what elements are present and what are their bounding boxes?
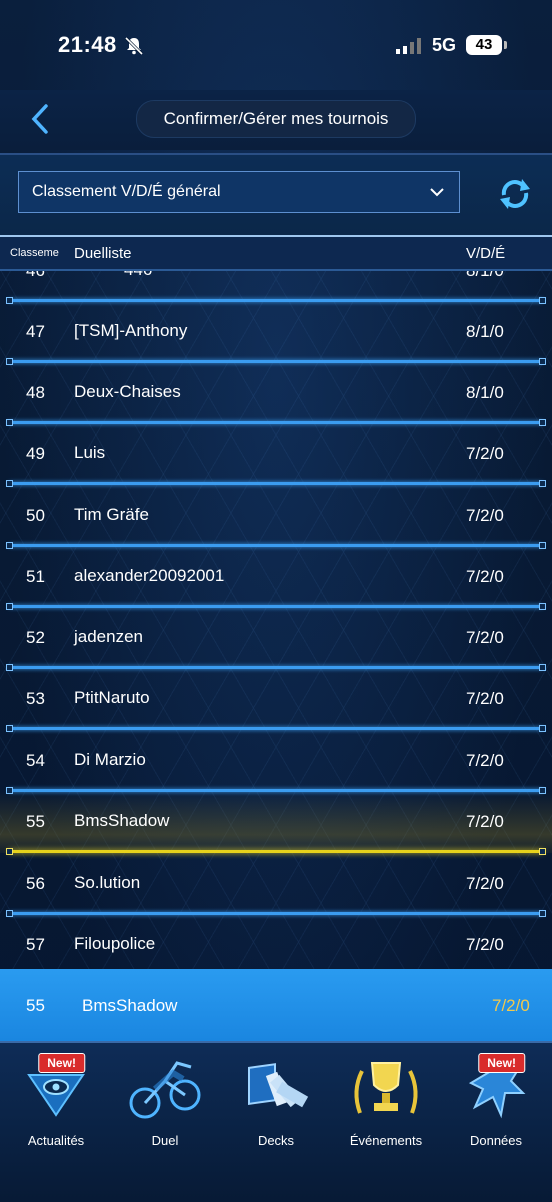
row-duelist: Tim Gräfe xyxy=(74,505,149,524)
row-duelist: alexander20092001 xyxy=(74,566,225,585)
table-row[interactable]: 51 alexander20092001 7/2/0 xyxy=(0,547,552,610)
nav-tab-data[interactable]: New! Données xyxy=(446,1053,546,1153)
row-record: 8/1/0 xyxy=(466,322,504,341)
back-chevron-icon[interactable] xyxy=(24,102,58,136)
table-row[interactable]: 53 PtitNaruto 7/2/0 xyxy=(0,669,552,732)
status-time: 21:48 xyxy=(58,32,117,57)
table-row-highlighted-self[interactable]: 55 BmsShadow 7/2/0 xyxy=(0,792,552,855)
table-row[interactable]: 52 jadenzen 7/2/0 xyxy=(0,608,552,671)
row-record: 7/2/0 xyxy=(466,874,504,893)
silent-bell-icon xyxy=(124,36,144,56)
table-row[interactable]: 50 Tim Gräfe 7/2/0 xyxy=(0,486,552,549)
table-row[interactable]: 56 So.lution 7/2/0 xyxy=(0,854,552,917)
row-rank: 49 xyxy=(26,444,45,463)
row-duelist: PtitNaruto xyxy=(74,688,150,707)
my-duelist-name: BmsShadow xyxy=(82,996,178,1015)
row-duelist: Di Marzio xyxy=(74,750,146,769)
column-header-duelist: Duelliste xyxy=(74,245,132,262)
chevron-down-icon xyxy=(430,188,444,197)
refresh-icon[interactable] xyxy=(494,175,536,213)
ranking-list[interactable]: 46 446 8/1/0 47 [TSM]-Anthony 8/1/0 48 D… xyxy=(0,271,552,969)
network-type: 5G xyxy=(432,35,457,55)
row-record: 7/2/0 xyxy=(466,689,504,708)
nav-tab-duel[interactable]: Duel xyxy=(115,1053,215,1153)
row-record: 7/2/0 xyxy=(466,567,504,586)
row-record: 7/2/0 xyxy=(466,935,504,954)
table-row[interactable]: 48 Deux-Chaises 8/1/0 xyxy=(0,363,552,426)
table-row[interactable]: 49 Luis 7/2/0 xyxy=(0,424,552,487)
nav-tab-decks[interactable]: Decks xyxy=(226,1053,326,1153)
row-rank: 48 xyxy=(26,383,45,402)
row-rank: 57 xyxy=(26,935,45,954)
row-duelist: Filoupolice xyxy=(74,934,156,953)
nav-tab-news[interactable]: New! Actualités xyxy=(6,1053,106,1153)
row-duelist: Luis xyxy=(74,443,106,462)
row-rank: 56 xyxy=(26,874,45,893)
column-header-rank: Classeme xyxy=(10,247,59,259)
nav-label-decks: Decks xyxy=(257,1133,295,1148)
ranking-type-dropdown[interactable]: Classement V/D/É général xyxy=(18,171,460,213)
filter-bar: Classement V/D/É général xyxy=(0,155,552,235)
row-rank: 50 xyxy=(26,506,45,525)
page-title: Confirmer/Gérer mes tournois xyxy=(136,100,416,138)
row-rank: 46 xyxy=(26,271,45,281)
row-rank: 54 xyxy=(26,751,45,770)
new-badge: New! xyxy=(478,1053,525,1073)
row-record: 7/2/0 xyxy=(466,812,504,831)
row-divider xyxy=(6,480,546,487)
row-rank: 52 xyxy=(26,628,45,647)
deck-cards-icon xyxy=(248,1063,309,1108)
duel-bike-icon xyxy=(129,1061,201,1119)
row-rank: 47 xyxy=(26,322,45,341)
page-title-text: Confirmer/Gérer mes tournois xyxy=(163,109,389,128)
my-record: 7/2/0 xyxy=(492,996,530,1015)
dropdown-selected-value: Classement V/D/É général xyxy=(32,183,221,200)
trophy-icon xyxy=(354,1062,418,1114)
nav-tab-events[interactable]: Événements xyxy=(336,1053,436,1153)
nav-label-events: Événements xyxy=(349,1133,423,1148)
row-duelist: 446 xyxy=(124,271,152,280)
my-rank-bar[interactable]: 55 BmsShadow 7/2/0 xyxy=(0,969,552,1041)
row-rank: 51 xyxy=(26,567,45,586)
row-duelist: So.lution xyxy=(74,873,141,892)
row-record: 7/2/0 xyxy=(466,506,504,525)
my-rank: 55 xyxy=(26,996,45,1015)
header: Confirmer/Gérer mes tournois xyxy=(0,90,552,150)
row-divider xyxy=(6,848,546,855)
row-record: 8/1/0 xyxy=(466,383,504,402)
nav-label-news: Actualités xyxy=(27,1133,85,1148)
row-rank: 55 xyxy=(26,812,45,831)
row-record: 7/2/0 xyxy=(466,751,504,770)
row-duelist: BmsShadow xyxy=(74,811,170,830)
battery-icon: 43 xyxy=(466,35,507,55)
bottom-navigation: New! Actualités Duel Decks Événements Ne… xyxy=(0,1041,552,1202)
row-rank: 53 xyxy=(26,689,45,708)
row-record: 7/2/0 xyxy=(466,628,504,647)
table-row[interactable]: 57 Filoupolice 7/2/0 xyxy=(0,915,552,969)
table-row[interactable]: 47 [TSM]-Anthony 8/1/0 xyxy=(0,302,552,365)
table-row[interactable]: 46 446 8/1/0 xyxy=(0,271,552,304)
new-badge: New! xyxy=(38,1053,85,1073)
column-header-record: V/D/É xyxy=(466,245,506,262)
status-bar: 21:48 5G 43 xyxy=(0,0,552,90)
row-record: 7/2/0 xyxy=(466,444,504,463)
nav-label-data: Données xyxy=(469,1133,523,1148)
row-duelist: [TSM]-Anthony xyxy=(74,321,188,340)
row-divider xyxy=(6,725,546,732)
row-duelist: jadenzen xyxy=(74,627,144,646)
nav-label-duel: Duel xyxy=(151,1133,179,1148)
row-duelist: Deux-Chaises xyxy=(74,382,181,401)
row-record: 8/1/0 xyxy=(466,271,504,281)
table-row[interactable]: 54 Di Marzio 7/2/0 xyxy=(0,731,552,794)
signal-icon xyxy=(396,38,421,54)
table-header: Classeme Duelliste V/D/É xyxy=(0,235,552,271)
